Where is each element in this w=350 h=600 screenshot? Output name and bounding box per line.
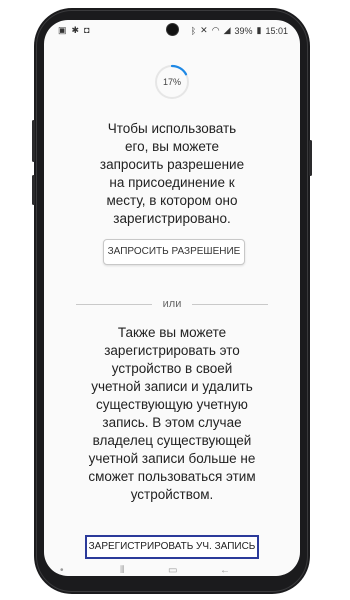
register-account-button[interactable]: ЗАРЕГИСТРИРОВАТЬ УЧ. ЗАПИСЬ (85, 535, 259, 559)
asterisk-icon: ✱ (71, 25, 80, 35)
request-permission-button[interactable]: ЗАПРОСИТЬ РАЗРЕШЕНИЕ (103, 239, 245, 265)
back-icon[interactable]: ← (220, 565, 230, 576)
battery-icon: ▮ (256, 25, 262, 35)
navigation-bar: • ⦀ ▭ ← (44, 565, 300, 576)
bixby-key (32, 175, 35, 205)
bag-icon: ◘ (84, 25, 90, 35)
register-device-text: Также вы можете зарегистрировать это уст… (88, 325, 256, 502)
clock: 15:01 (265, 25, 288, 36)
or-divider: или (76, 298, 268, 310)
power-key (309, 140, 312, 176)
recent-apps-icon[interactable]: ⦀ (120, 565, 124, 576)
dot-icon: • (60, 565, 64, 576)
home-icon[interactable]: ▭ (168, 565, 177, 576)
image-icon: ▣ (58, 25, 67, 35)
status-bar: ▣ ✱ ◘ ᛒ ✕ ◠ ◢ 39% ▮ 15:01 (44, 20, 300, 40)
status-left-icons: ▣ ✱ ◘ (58, 25, 90, 36)
divider-line-right (192, 304, 268, 305)
mute-icon: ✕ (200, 25, 208, 35)
volume-key (32, 120, 35, 162)
front-camera (167, 24, 178, 35)
request-permission-text: Чтобы использовать его, вы можете запрос… (99, 121, 245, 226)
battery-text: 39% (234, 25, 253, 36)
progress-label: 17% (162, 77, 181, 87)
progress-indicator: 17% (153, 63, 191, 101)
signal-icon: ◢ (223, 25, 231, 35)
bluetooth-icon: ᛒ (190, 25, 197, 36)
status-right-icons: ᛒ ✕ ◠ ◢ 39% ▮ 15:01 (191, 25, 288, 36)
screen: ▣ ✱ ◘ ᛒ ✕ ◠ ◢ 39% ▮ 15:01 17% Чтобы испо… (44, 20, 300, 576)
wifi-icon: ◠ (211, 25, 220, 35)
